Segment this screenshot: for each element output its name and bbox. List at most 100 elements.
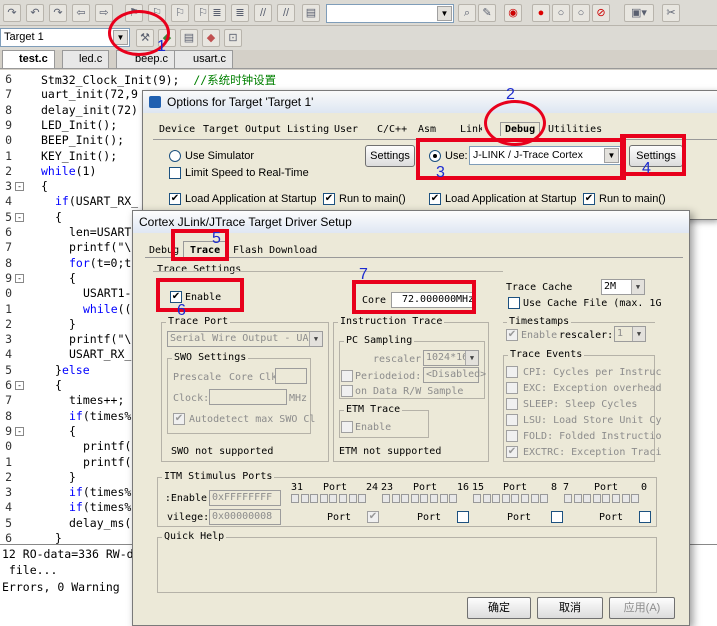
itm-enable-bit-checkbox[interactable] xyxy=(583,494,592,503)
itm-enable-bit-checkbox[interactable] xyxy=(511,494,520,503)
autodetect-checkbox[interactable]: ✔ xyxy=(173,413,185,425)
fold-toggle-icon[interactable]: - xyxy=(15,182,24,192)
fold-toggle-icon[interactable]: - xyxy=(15,273,24,283)
file-tab-test[interactable]: test.c xyxy=(2,50,55,68)
uncomment-icon[interactable]: // xyxy=(277,4,295,22)
use-cache-file-checkbox[interactable] xyxy=(508,297,520,309)
find-icon[interactable]: ⌕ xyxy=(458,4,476,22)
on-data-checkbox[interactable] xyxy=(341,385,353,397)
itm-enable-bit-checkbox[interactable] xyxy=(410,494,419,503)
privilege-port-1-checkbox[interactable] xyxy=(457,511,469,523)
itm-enable-bit-checkbox[interactable] xyxy=(492,494,501,503)
privilege-port-3-checkbox[interactable] xyxy=(639,511,651,523)
configure-icon[interactable]: ✂ xyxy=(662,4,680,22)
breakpoint-icon[interactable]: ● xyxy=(532,4,550,22)
bookmark-next-icon[interactable]: ⚐ xyxy=(171,4,189,22)
comment-icon[interactable]: // xyxy=(254,4,272,22)
select-pack-icon[interactable]: ⊡ xyxy=(224,29,242,47)
back-icon[interactable]: ↷ xyxy=(49,4,67,22)
tab-output[interactable]: Output xyxy=(245,124,281,135)
ok-button[interactable]: 确定 xyxy=(467,597,531,619)
chevron-down-icon[interactable]: ▼ xyxy=(437,6,452,21)
timestamps-enable-checkbox[interactable]: ✔ xyxy=(506,329,518,341)
itm-enable-bit-checkbox[interactable] xyxy=(530,494,539,503)
itm-enable-bit-checkbox[interactable] xyxy=(439,494,448,503)
fold-toggle-icon[interactable]: - xyxy=(15,212,24,222)
periodic-input[interactable]: <Disabled> xyxy=(423,367,486,383)
breakpoint-disable-all-icon[interactable]: ○ xyxy=(572,4,590,22)
file-tab-led[interactable]: led.c xyxy=(62,50,110,68)
itm-enable-bit-checkbox[interactable] xyxy=(540,494,549,503)
itm-enable-bit-checkbox[interactable] xyxy=(391,494,400,503)
itm-enable-bit-checkbox[interactable] xyxy=(420,494,429,503)
chevron-down-icon[interactable]: ▼ xyxy=(632,327,645,341)
itm-enable-bit-checkbox[interactable] xyxy=(382,494,390,503)
run-main-left-checkbox[interactable]: ✔ xyxy=(323,193,335,205)
privilege-port-2-checkbox[interactable] xyxy=(551,511,563,523)
itm-enable-bit-checkbox[interactable] xyxy=(473,494,481,503)
itm-enable-bit-checkbox[interactable] xyxy=(602,494,611,503)
itm-enable-bit-checkbox[interactable] xyxy=(631,494,640,503)
itm-enable-bit-checkbox[interactable] xyxy=(573,494,582,503)
itm-enable-bit-checkbox[interactable] xyxy=(310,494,319,503)
settings-simulator-button[interactable]: Settings xyxy=(365,145,415,167)
itm-enable-bit-checkbox[interactable] xyxy=(291,494,299,503)
indent-icon[interactable]: ≣ xyxy=(208,4,226,22)
chevron-down-icon[interactable]: ▼ xyxy=(465,351,478,365)
tab-c-cpp[interactable]: C/C++ xyxy=(377,124,407,135)
periodic-checkbox[interactable] xyxy=(341,370,353,382)
manage-project-icon[interactable]: ▤ xyxy=(180,29,198,47)
options-dialog-title-bar[interactable]: Options for Target 'Target 1' xyxy=(143,91,717,113)
privilege-port-0-checkbox[interactable]: ✔ xyxy=(367,511,379,523)
tab-device[interactable]: Device xyxy=(159,124,195,135)
prescaler-select[interactable]: 1024*16 ▼ xyxy=(423,350,479,366)
tab-user[interactable]: User xyxy=(334,124,358,135)
limit-speed-checkbox[interactable] xyxy=(169,167,181,179)
event-fold-checkbox[interactable] xyxy=(506,430,518,442)
find-combo[interactable]: ▼ xyxy=(326,4,454,23)
itm-enable-bit-checkbox[interactable] xyxy=(501,494,510,503)
use-simulator-radio[interactable] xyxy=(169,150,181,162)
itm-enable-bit-checkbox[interactable] xyxy=(358,494,367,503)
trace-port-select[interactable]: Serial Wire Output - UA ▼ xyxy=(167,331,323,347)
chevron-down-icon[interactable]: ▼ xyxy=(309,332,322,346)
cancel-button[interactable]: 取消 xyxy=(537,597,603,619)
pack-installer-icon[interactable]: ◆ xyxy=(202,29,220,47)
breakpoint-disable-icon[interactable]: ○ xyxy=(552,4,570,22)
itm-privilege-input[interactable]: 0x00000008 xyxy=(209,509,281,525)
unindent-icon[interactable]: ≣ xyxy=(231,4,249,22)
redo-icon[interactable]: ↷ xyxy=(3,4,21,22)
window-icon[interactable]: ▣▾ xyxy=(624,4,654,22)
itm-enable-bit-checkbox[interactable] xyxy=(612,494,620,503)
tab-listing[interactable]: Listing xyxy=(287,124,329,135)
clock-input[interactable] xyxy=(209,389,287,405)
undo-icon[interactable]: ↶ xyxy=(26,4,44,22)
fold-toggle-icon[interactable]: - xyxy=(15,381,24,390)
tab-target[interactable]: Target xyxy=(203,124,239,135)
itm-enable-bit-checkbox[interactable] xyxy=(401,494,410,503)
debug-session-icon[interactable]: ◉ xyxy=(504,4,522,22)
nav-back-icon[interactable]: ⇦ xyxy=(72,4,90,22)
event-exc-checkbox[interactable] xyxy=(506,382,518,394)
etm-enable-checkbox[interactable] xyxy=(341,421,353,433)
load-app-right-checkbox[interactable]: ✔ xyxy=(429,193,441,205)
load-app-left-checkbox[interactable]: ✔ xyxy=(169,193,181,205)
itm-enable-bit-checkbox[interactable] xyxy=(564,494,572,503)
file-tab-usart[interactable]: usart.c xyxy=(174,50,234,68)
breakpoint-kill-icon[interactable]: ⊘ xyxy=(592,4,610,22)
tab-utilities[interactable]: Utilities xyxy=(548,124,602,135)
event-sleep-checkbox[interactable] xyxy=(506,398,518,410)
apply-button[interactable]: 应用(A) xyxy=(609,597,675,619)
itm-enable-input[interactable]: 0xFFFFFFFF xyxy=(209,490,281,506)
itm-enable-bit-checkbox[interactable] xyxy=(300,494,309,503)
itm-enable-bit-checkbox[interactable] xyxy=(319,494,328,503)
itm-enable-bit-checkbox[interactable] xyxy=(329,494,338,503)
itm-enable-bit-checkbox[interactable] xyxy=(482,494,491,503)
itm-enable-bit-checkbox[interactable] xyxy=(348,494,357,503)
chevron-down-icon[interactable]: ▼ xyxy=(631,280,644,294)
run-main-right-checkbox[interactable]: ✔ xyxy=(583,193,595,205)
nav-forward-icon[interactable]: ⇨ xyxy=(95,4,113,22)
itm-enable-bit-checkbox[interactable] xyxy=(339,494,347,503)
itm-enable-bit-checkbox[interactable] xyxy=(592,494,601,503)
tab-asm[interactable]: Asm xyxy=(418,124,436,135)
